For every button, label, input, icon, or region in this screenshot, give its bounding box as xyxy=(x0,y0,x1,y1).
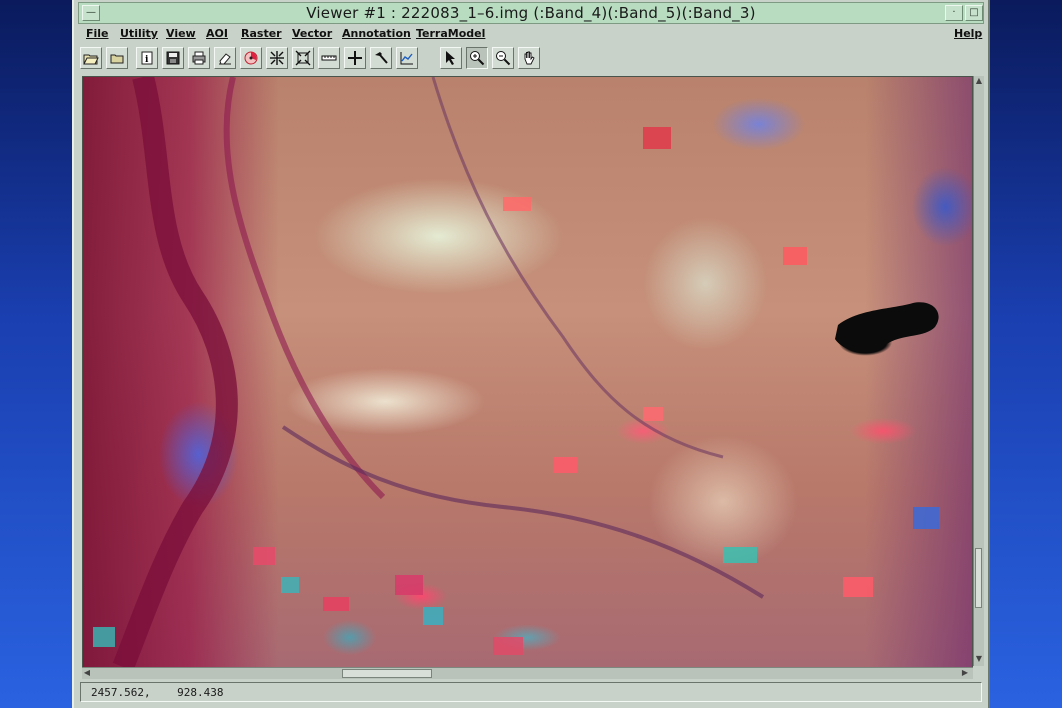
coord-x: 2457.562, xyxy=(91,686,151,699)
zoom-out-button[interactable] xyxy=(492,47,514,69)
profile-icon xyxy=(400,52,413,65)
scroll-down-icon[interactable]: ▼ xyxy=(974,654,984,664)
horizontal-scroll-thumb[interactable] xyxy=(342,669,432,678)
eraser-button[interactable] xyxy=(214,47,236,69)
info-button[interactable]: i xyxy=(136,47,158,69)
profile-button[interactable] xyxy=(396,47,418,69)
folder-icon xyxy=(110,54,124,64)
svg-text:i: i xyxy=(145,55,149,65)
scroll-up-icon[interactable]: ▲ xyxy=(974,76,984,86)
print-button[interactable] xyxy=(188,47,210,69)
coord-y: 928.438 xyxy=(177,686,224,699)
cursor-coordinates: 2457.562, 928.438 xyxy=(91,686,223,699)
zoom-in-button[interactable] xyxy=(466,47,488,69)
color-wheel-icon xyxy=(244,51,258,65)
vertical-scroll-thumb[interactable] xyxy=(975,548,982,608)
menu-terramodel[interactable]: TerraModel xyxy=(416,27,485,40)
horizontal-scrollbar[interactable]: ◀ ▶ xyxy=(82,667,973,679)
menu-view[interactable]: View xyxy=(166,27,196,40)
crosshair-icon xyxy=(348,51,362,65)
scroll-right-icon[interactable]: ▶ xyxy=(960,668,970,678)
zoom-extent-button[interactable] xyxy=(292,47,314,69)
measure-button[interactable] xyxy=(318,47,340,69)
toolbar: i xyxy=(80,47,980,71)
open-folder-icon xyxy=(83,54,99,65)
zoom-extent-icon xyxy=(295,50,311,66)
minimize-button[interactable]: · xyxy=(945,5,963,21)
info-icon: i xyxy=(141,51,153,65)
folder-button[interactable] xyxy=(106,47,128,69)
menu-vector[interactable]: Vector xyxy=(292,27,332,40)
zoom-in-icon xyxy=(470,51,485,66)
menu-file[interactable]: File xyxy=(86,27,109,40)
open-button[interactable] xyxy=(80,47,102,69)
satellite-image xyxy=(93,77,939,667)
measure-icon xyxy=(321,55,337,61)
select-arrow-icon xyxy=(446,51,455,65)
zoom-fit-button[interactable] xyxy=(266,47,288,69)
menu-utility[interactable]: Utility xyxy=(120,27,158,40)
menu-aoi[interactable]: AOI xyxy=(206,27,228,40)
window-title: Viewer #1 : 222083_1–6.img (:Band_4)(:Ba… xyxy=(306,4,756,22)
menu-annotation[interactable]: Annotation xyxy=(342,27,411,40)
scroll-left-icon[interactable]: ◀ xyxy=(82,668,92,678)
title-bar[interactable]: — Viewer #1 : 222083_1–6.img (:Band_4)(:… xyxy=(78,2,984,24)
pan-hand-icon xyxy=(524,51,535,65)
save-icon xyxy=(166,51,180,65)
viewer-window: — Viewer #1 : 222083_1–6.img (:Band_4)(:… xyxy=(72,0,990,708)
image-viewport[interactable] xyxy=(82,76,973,668)
crosshair-button[interactable] xyxy=(344,47,366,69)
hammer-button[interactable] xyxy=(370,47,392,69)
pan-button[interactable] xyxy=(518,47,540,69)
select-button[interactable] xyxy=(440,47,462,69)
status-bar: 2457.562, 928.438 xyxy=(80,682,982,702)
color-button[interactable] xyxy=(240,47,262,69)
eraser-icon xyxy=(219,53,231,65)
zoom-out-icon xyxy=(496,51,511,66)
zoom-fit-icon xyxy=(270,51,284,65)
maximize-button[interactable]: □ xyxy=(965,5,983,21)
menu-raster[interactable]: Raster xyxy=(241,27,282,40)
menu-help[interactable]: Help xyxy=(954,27,982,40)
save-button[interactable] xyxy=(162,47,184,69)
print-icon xyxy=(192,51,206,65)
menu-bar: File Utility View AOI Raster Vector Anno… xyxy=(78,25,984,43)
hammer-icon xyxy=(375,52,388,64)
vertical-scrollbar[interactable]: ▲ ▼ xyxy=(973,76,984,666)
